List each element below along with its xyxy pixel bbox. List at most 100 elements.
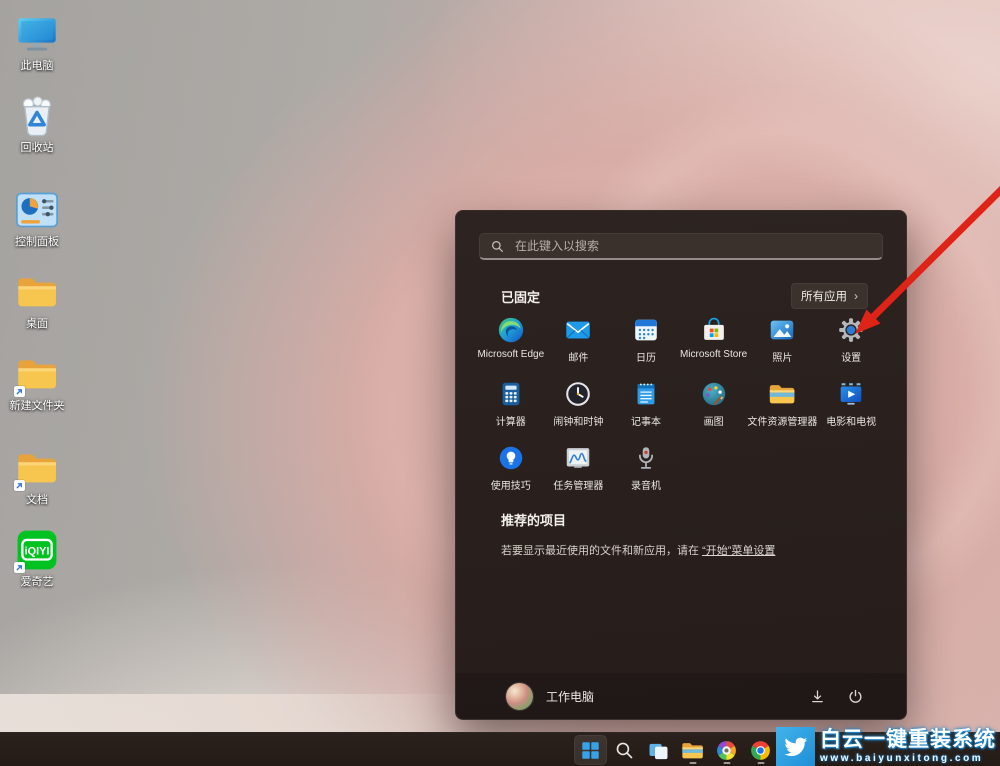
taskbar-search-icon xyxy=(612,738,637,763)
pinned-title: 已固定 xyxy=(501,287,540,306)
pinned-app-label: 文件资源管理器 xyxy=(747,413,817,428)
photos-icon xyxy=(767,315,797,345)
control-panel-icon xyxy=(13,186,61,234)
paint-icon xyxy=(699,379,729,409)
desktop-item-iqiyi-6[interactable]: iQIYI 爱奇艺 xyxy=(2,526,72,589)
pinned-app-voice-recorder[interactable]: 录音机 xyxy=(612,436,680,500)
pinned-app-grid: Microsoft Edge 邮件 日历 Microsoft Store 照片 … xyxy=(477,308,885,500)
desktop-item-folder-4[interactable]: 新建文件夹 xyxy=(2,350,72,413)
all-apps-label: 所有应用 xyxy=(801,288,847,304)
recommended-title: 推荐的项目 xyxy=(501,510,868,529)
pinned-app-label: 照片 xyxy=(772,349,792,364)
pinned-app-movies-tv[interactable]: 电影和电视 xyxy=(817,372,885,436)
pinned-app-label: 画图 xyxy=(704,413,724,428)
pinned-app-label: 录音机 xyxy=(631,477,661,492)
taskbar-color-wheel-browser-button[interactable] xyxy=(710,735,743,765)
file-explorer-icon xyxy=(767,379,797,409)
chevron-right-icon: › xyxy=(854,291,858,301)
running-indicator xyxy=(689,762,696,765)
recommended-hint: 若要显示最近使用的文件和新应用，请在 “开始”菜单设置 xyxy=(501,542,868,558)
bird-logo-icon xyxy=(776,727,815,766)
pinned-app-label: 闹钟和时钟 xyxy=(553,413,603,428)
desktop-icon-label: 文档 xyxy=(26,494,48,507)
taskbar-chrome-button[interactable] xyxy=(744,735,777,765)
user-name[interactable]: 工作电脑 xyxy=(546,688,594,705)
windows-11-desktop: 此电脑 回收站 控制面板 桌面 新建文件夹 文档 iQIYI 爱奇艺 已固定 所… xyxy=(0,0,1000,766)
tips-icon xyxy=(496,443,526,473)
pinned-app-store[interactable]: Microsoft Store xyxy=(680,308,748,372)
start-menu-settings-link[interactable]: “开始”菜单设置 xyxy=(702,545,775,557)
task-view-icon xyxy=(646,738,671,763)
shortcut-arrow-icon xyxy=(14,562,25,573)
pinned-app-label: 计算器 xyxy=(496,413,526,428)
desktop-item-control-panel-2[interactable]: 控制面板 xyxy=(2,186,72,249)
voice-recorder-icon xyxy=(631,443,661,473)
pinned-app-clock[interactable]: 闹钟和时钟 xyxy=(545,372,613,436)
folder-icon xyxy=(13,350,61,398)
desktop-icon-label: 回收站 xyxy=(21,142,54,155)
pinned-app-paint[interactable]: 画图 xyxy=(680,372,748,436)
pinned-app-label: 记事本 xyxy=(631,413,661,428)
watermark-url: www.baiyunxitong.com xyxy=(820,752,996,765)
movies-tv-icon xyxy=(836,379,866,409)
pinned-header: 已固定 所有应用 › xyxy=(501,283,868,309)
pinned-app-label: 日历 xyxy=(636,349,656,364)
taskbar-search-button[interactable] xyxy=(608,735,641,765)
desktop-icon-label: 爱奇艺 xyxy=(21,576,54,589)
watermark-title: 白云一键重装系统 xyxy=(820,727,996,752)
desktop-item-folder-3[interactable]: 桌面 xyxy=(2,268,72,331)
all-apps-button[interactable]: 所有应用 › xyxy=(791,283,868,309)
pinned-app-label: 任务管理器 xyxy=(553,477,603,492)
power-button[interactable] xyxy=(842,683,868,709)
search-input[interactable] xyxy=(513,238,871,254)
start-icon xyxy=(578,738,603,763)
user-avatar[interactable] xyxy=(506,683,533,710)
running-indicator xyxy=(757,762,764,765)
chrome-icon xyxy=(748,738,773,763)
desktop-item-folder-5[interactable]: 文档 xyxy=(2,444,72,507)
user-bar-actions xyxy=(804,683,868,709)
recycle-bin-icon xyxy=(13,92,61,140)
pinned-app-tips[interactable]: 使用技巧 xyxy=(477,436,545,500)
taskbar-task-view-button[interactable] xyxy=(642,735,675,765)
pinned-app-settings[interactable]: 设置 xyxy=(817,308,885,372)
folder-icon xyxy=(13,268,61,316)
svg-text:iQIYI: iQIYI xyxy=(25,546,50,558)
store-icon xyxy=(699,315,729,345)
recommended-hint-text: 若要显示最近使用的文件和新应用，请在 xyxy=(501,545,702,557)
taskbar-start-button[interactable] xyxy=(574,735,607,765)
pinned-app-task-manager[interactable]: 任务管理器 xyxy=(545,436,613,500)
desktop-icon-label: 新建文件夹 xyxy=(10,400,65,413)
desktop-item-this-pc-0[interactable]: 此电脑 xyxy=(2,10,72,73)
download-icon xyxy=(809,688,826,705)
recommended-section: 推荐的项目 若要显示最近使用的文件和新应用，请在 “开始”菜单设置 xyxy=(501,510,868,558)
shortcut-arrow-icon xyxy=(14,480,25,491)
pinned-app-label: Microsoft Store xyxy=(680,349,747,360)
folder-icon xyxy=(13,444,61,492)
desktop-item-recycle-bin-1[interactable]: 回收站 xyxy=(2,92,72,155)
desktop-icons: 此电脑 回收站 控制面板 桌面 新建文件夹 文档 iQIYI 爱奇艺 xyxy=(0,0,76,650)
pinned-app-file-explorer[interactable]: 文件资源管理器 xyxy=(747,372,817,436)
task-manager-icon xyxy=(563,443,593,473)
power-icon xyxy=(847,688,864,705)
this-pc-icon xyxy=(13,10,61,58)
pinned-app-photos[interactable]: 照片 xyxy=(747,308,817,372)
start-menu: 已固定 所有应用 › Microsoft Edge 邮件 日历 Microsof… xyxy=(455,210,907,720)
file-explorer-icon xyxy=(680,738,705,763)
pinned-app-notepad[interactable]: 记事本 xyxy=(612,372,680,436)
taskbar-file-explorer-button[interactable] xyxy=(676,735,709,765)
pinned-app-label: 电影和电视 xyxy=(826,413,876,428)
desktop-icon-label: 桌面 xyxy=(26,318,48,331)
settings-icon xyxy=(836,315,866,345)
pinned-app-calendar[interactable]: 日历 xyxy=(612,308,680,372)
pinned-app-label: 邮件 xyxy=(568,349,588,364)
download-updates-button[interactable] xyxy=(804,683,830,709)
pinned-app-calculator[interactable]: 计算器 xyxy=(477,372,545,436)
watermark: 白云一键重装系统 www.baiyunxitong.com xyxy=(776,727,1000,766)
desktop-icon-label: 此电脑 xyxy=(21,60,54,73)
pinned-app-edge[interactable]: Microsoft Edge xyxy=(477,308,545,372)
pinned-app-mail[interactable]: 邮件 xyxy=(545,308,613,372)
iqiyi-icon: iQIYI xyxy=(13,526,61,574)
bloom-highlight xyxy=(0,694,470,732)
start-search-box[interactable] xyxy=(479,233,883,260)
